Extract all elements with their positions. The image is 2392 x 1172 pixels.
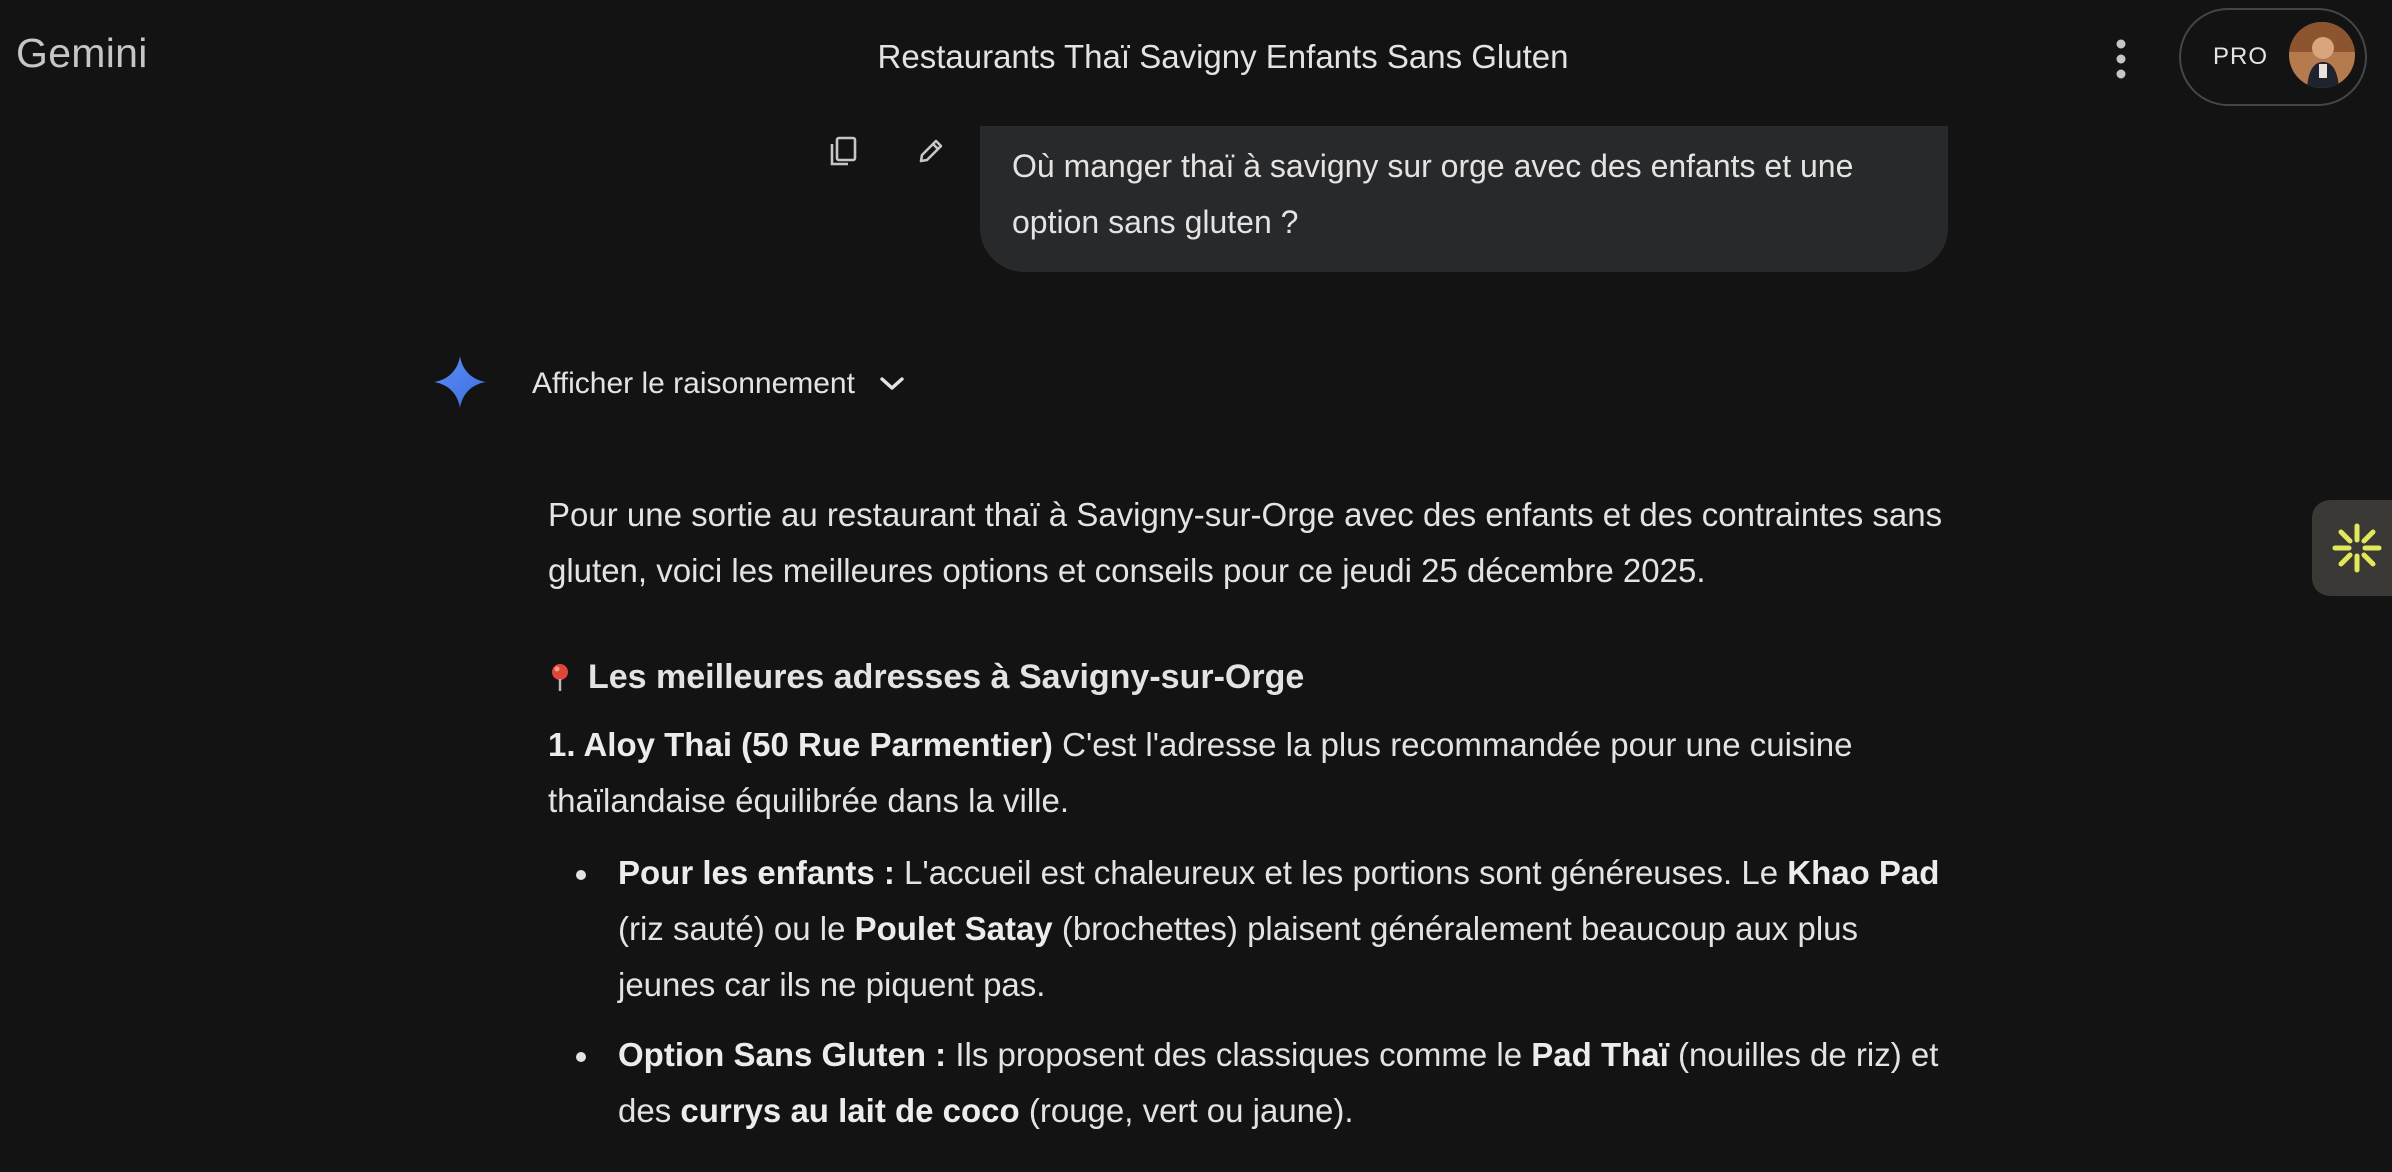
dish-name: currys au lait de coco [680,1092,1020,1129]
pencil-icon [919,139,943,163]
list-item: Pour les enfants : L'accueil est chaleur… [576,845,1958,1013]
gemini-sparkle-icon [434,356,486,408]
edit-prompt-button[interactable] [906,126,956,176]
map-pin-icon [552,664,568,691]
list-item: Option Sans Gluten : Ils proposent des c… [576,1027,1958,1139]
section-heading: Les meilleures adresses à Savigny-sur-Or… [548,649,1958,705]
show-reasoning-label: Afficher le raisonnement [532,367,855,400]
copy-icon [830,136,857,166]
restaurant-item: 1. Aloy Thai (50 Rue Parmentier) C'est l… [548,717,1958,829]
account-pro-button[interactable]: PRO [2179,8,2367,106]
bullet-text: (riz sauté) ou le [618,910,855,947]
bullet-text: (rouge, vert ou jaune). [1019,1092,1354,1129]
bullet-text: L'accueil est chaleureux et les portions… [894,854,1788,891]
model-response: Pour une sortie au restaurant thaï à Sav… [548,487,1958,1153]
bullet-label: Pour les enfants : [618,854,895,891]
show-reasoning-toggle[interactable]: Afficher le raisonnement [532,362,905,406]
conversation-title: Restaurants Thaï Savigny Enfants Sans Gl… [877,38,1569,75]
more-options-button[interactable] [2096,34,2146,84]
dish-name: Pad Thaï [1531,1036,1669,1073]
section-heading-text: Les meilleures adresses à Savigny-sur-Or… [588,658,1305,696]
pro-badge: PRO [2213,43,2269,70]
user-message-bubble: Où manger thaï à savigny sur orge avec d… [980,126,1948,272]
side-extension-button[interactable] [2312,500,2392,596]
response-intro: Pour une sortie au restaurant thaï à Sav… [548,496,1943,589]
bullet-label: Option Sans Gluten : [618,1036,947,1073]
copy-prompt-button[interactable] [818,126,868,176]
more-vert-icon [2116,39,2126,79]
dish-name: Khao Pad [1787,854,1940,891]
restaurant-title: 1. Aloy Thai (50 Rue Parmentier) [548,726,1053,763]
chevron-down-icon [879,376,905,392]
gemini-chat-page: Gemini Restaurants Thaï Savigny Enfants … [0,0,2392,1172]
dish-name: Poulet Satay [854,910,1053,947]
sparkle-burst-icon [2332,523,2382,573]
restaurant-details-list: Pour les enfants : L'accueil est chaleur… [548,845,1958,1139]
bullet-text: Ils proposent des classiques comme le [946,1036,1532,1073]
avatar[interactable] [2289,22,2355,88]
